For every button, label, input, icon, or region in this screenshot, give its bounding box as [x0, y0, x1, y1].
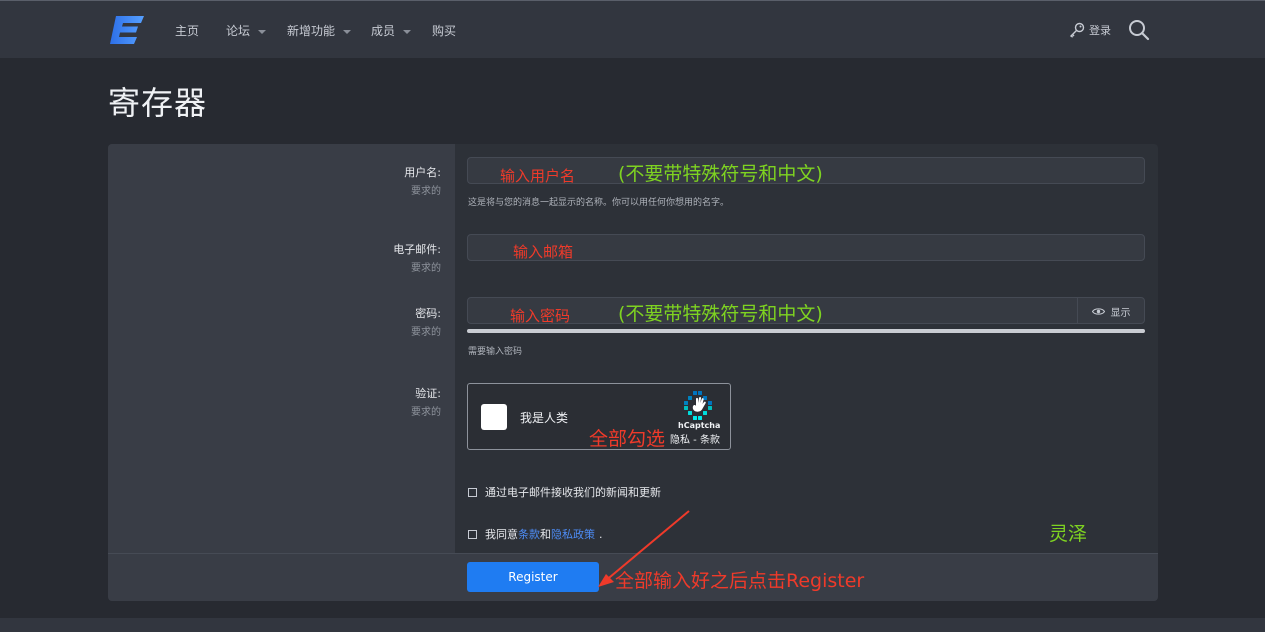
annotation-username-note: (不要带特殊符号和中文)	[618, 163, 823, 185]
agree-checkbox[interactable]	[468, 529, 477, 539]
show-password-button[interactable]: 显示	[1077, 298, 1144, 324]
captcha-privacy-terms-links[interactable]: 隐私 - 条款	[670, 431, 720, 446]
search-icon[interactable]	[1127, 18, 1151, 42]
username-label-group: 用户名: 要求的	[241, 164, 441, 197]
agree-option[interactable]: 我同意 条款和隐私政策.	[468, 526, 603, 542]
verification-label-group: 验证: 要求的	[241, 385, 441, 418]
captcha-label: 我是人类	[520, 411, 569, 425]
annotation-arrow	[598, 510, 690, 587]
agree-and: 和	[540, 528, 551, 541]
login-label: 登录	[1089, 24, 1111, 37]
annotation-check-all: 全部勾选	[589, 428, 666, 450]
key-icon	[1070, 22, 1085, 38]
newsletter-checkbox[interactable]	[468, 487, 477, 497]
verification-label: 验证:	[415, 387, 441, 400]
chevron-down-icon	[343, 29, 352, 34]
privacy-policy-link[interactable]: 隐私政策	[551, 526, 595, 542]
login-link[interactable]: 登录	[1068, 21, 1111, 39]
captcha-brand: hCaptcha	[678, 421, 721, 430]
password-label: 密码:	[415, 307, 441, 320]
eye-icon	[1091, 307, 1105, 315]
annotation-username: 输入用户名	[500, 167, 576, 185]
password-required: 要求的	[411, 327, 441, 338]
password-strength-bar	[467, 329, 1145, 333]
nav-buy[interactable]: 购买	[432, 22, 456, 40]
chevron-down-icon	[258, 29, 267, 34]
nav-members[interactable]: 成员	[371, 22, 412, 40]
show-password-label: 显示	[1110, 307, 1131, 319]
verification-required: 要求的	[411, 407, 441, 418]
annotation-signature: 灵泽	[1049, 523, 1088, 545]
email-label: 电子邮件:	[393, 243, 441, 256]
page-title: 寄存器	[108, 84, 208, 122]
username-hint: 这是将与您的消息一起显示的名称。你可以用任何你想用的名字。	[468, 198, 730, 208]
hcaptcha-logo-icon	[684, 391, 712, 420]
username-required: 要求的	[411, 186, 441, 197]
password-hint: 需要输入密码	[468, 347, 523, 357]
nav-forums[interactable]: 论坛	[226, 22, 267, 40]
register-button[interactable]: Register	[467, 562, 599, 592]
captcha-checkbox[interactable]	[481, 404, 507, 430]
label-column: 用户名: 要求的 电子邮件: 要求的 密码: 要求的 验证: 要求的	[108, 144, 455, 553]
annotation-email: 输入邮箱	[513, 243, 574, 261]
terms-link[interactable]: 条款	[518, 526, 540, 542]
newsletter-option[interactable]: 通过电子邮件接收我们的新闻和更新	[468, 484, 661, 500]
nav-home[interactable]: 主页	[175, 22, 199, 40]
annotation-password-note: (不要带特殊符号和中文)	[618, 303, 823, 325]
username-label: 用户名:	[404, 166, 441, 179]
site-logo[interactable]	[110, 16, 144, 44]
nav-whats-new[interactable]: 新增功能	[287, 22, 352, 40]
email-label-group: 电子邮件: 要求的	[241, 241, 441, 274]
agree-prefix: 我同意	[485, 528, 518, 541]
newsletter-label: 通过电子邮件接收我们的新闻和更新	[485, 486, 661, 499]
password-label-group: 密码: 要求的	[241, 305, 441, 338]
footer-strip	[0, 618, 1265, 632]
annotation-password: 输入密码	[510, 307, 571, 325]
chevron-down-icon	[403, 29, 412, 34]
top-navbar: 主页 论坛 新增功能 成员 购买 登录	[0, 0, 1265, 58]
email-required: 要求的	[411, 263, 441, 274]
